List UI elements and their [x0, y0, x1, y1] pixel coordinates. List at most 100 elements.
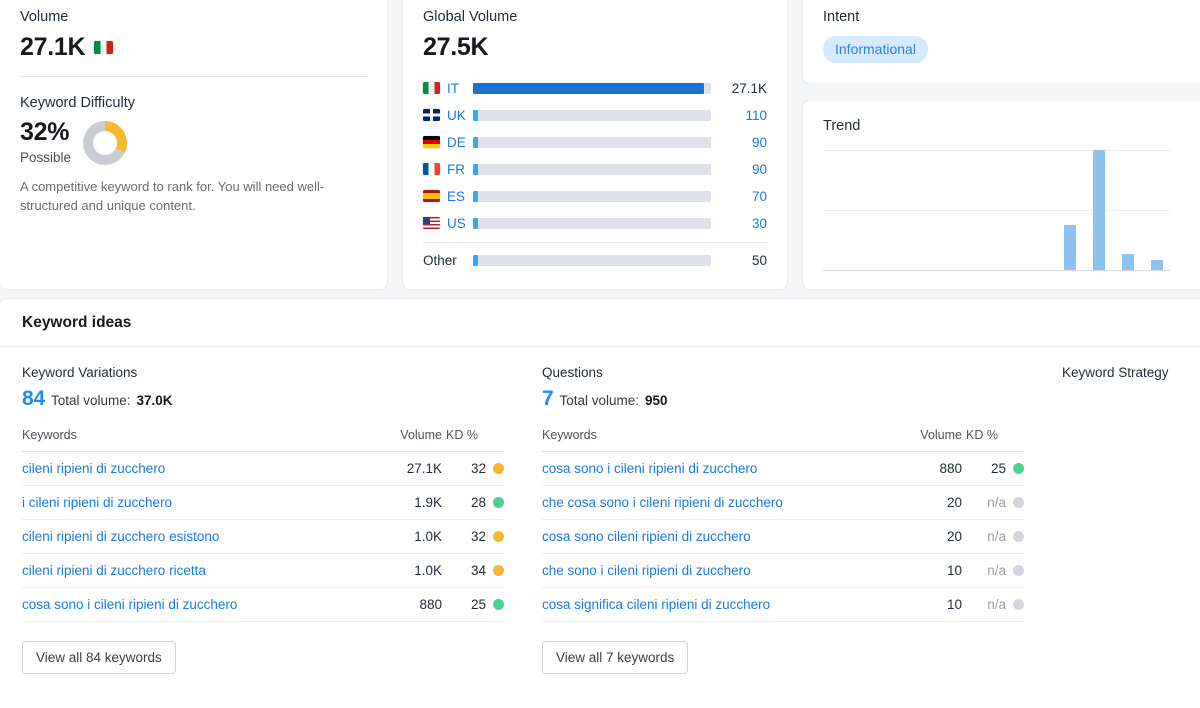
table-row[interactable]: cosa sono cileni ripieni di zucchero 20 n/… — [542, 519, 1024, 554]
country-volume-value[interactable]: 70 — [721, 189, 767, 204]
kd-value: 32 — [470, 529, 486, 544]
trend-bar-chart — [823, 149, 1171, 271]
keyword-cell[interactable]: che sono i cileni ripieni di zucchero — [542, 553, 888, 588]
view-all-variations-button[interactable]: View all 84 keywords — [22, 641, 176, 674]
keyword-cell[interactable]: i cileni ripieni di zucchero — [22, 485, 368, 520]
country-code: UK — [447, 107, 466, 123]
column-header-volume[interactable]: Volume — [368, 428, 442, 452]
kd-status-dot-icon — [493, 565, 504, 576]
kd-value: n/a — [987, 563, 1006, 578]
global-volume-label: Global Volume — [423, 9, 518, 25]
kd-value: n/a — [987, 495, 1006, 510]
global-volume-row[interactable]: US 30 — [423, 210, 767, 237]
country-volume-value[interactable]: 30 — [721, 216, 767, 231]
keyword-cell[interactable]: cileni ripieni di zucchero — [22, 451, 368, 486]
kd-cell: 32 — [442, 519, 504, 554]
view-all-questions-button[interactable]: View all 7 keywords — [542, 641, 689, 674]
keyword-link[interactable]: cosa significa cileni ripieni di zuccher… — [542, 597, 770, 612]
global-volume-card: Global Volume 27.5K IT 27.1K UK 110 DE 90 FR 90… — [402, 0, 788, 290]
intent-badge[interactable]: Informational — [823, 35, 928, 63]
volume-cell: 10 — [888, 553, 962, 588]
volume-cell: 880 — [888, 451, 962, 486]
table-row[interactable]: cileni ripieni di zucchero 27.1K 32 — [22, 451, 504, 486]
keyword-overview-page: Volume 27.1K Keyword Difficulty 32% Poss… — [0, 0, 1200, 708]
volume-bar-track — [473, 136, 711, 148]
table-row[interactable]: i cileni ripieni di zucchero 1.9K 28 — [22, 485, 504, 520]
keyword-link[interactable]: cosa sono i cileni ripieni di zucchero — [542, 461, 757, 476]
keyword-link[interactable]: cileni ripieni di zucchero ricetta — [22, 563, 206, 578]
global-volume-row[interactable]: FR 90 — [423, 156, 767, 183]
keyword-link[interactable]: cileni ripieni di zucchero esistono — [22, 529, 219, 544]
volume-bar-fill — [473, 217, 478, 229]
keyword-link[interactable]: che sono i cileni ripieni di zucchero — [542, 563, 751, 578]
keyword-variations-total-label: Total volume: — [50, 393, 131, 408]
keyword-difficulty-description: A competitive keyword to rank for. You w… — [20, 179, 325, 214]
global-volume-country-list: IT 27.1K UK 110 DE 90 FR 90 ES 70 US 30 Other 50 — [423, 75, 767, 274]
keyword-cell[interactable]: cileni ripieni di zucchero esistono — [22, 519, 368, 554]
keyword-cell[interactable]: cileni ripieni di zucchero ricetta — [22, 553, 368, 588]
keyword-cell[interactable]: cosa sono cileni ripieni di zucchero — [542, 519, 888, 554]
questions-count[interactable]: 7 — [542, 387, 554, 411]
table-row[interactable]: che sono i cileni ripieni di zucchero 10 n… — [542, 553, 1024, 588]
global-volume-row[interactable]: DE 90 — [423, 129, 767, 156]
chart-gridline — [823, 149, 1171, 151]
table-row[interactable]: cosa significa cileni ripieni di zuccher… — [542, 587, 1024, 622]
volume-value: 27.1K — [20, 32, 86, 61]
column-header-kd[interactable]: KD % — [442, 428, 504, 452]
table-header-row: Keywords Volume KD % — [542, 428, 1024, 452]
keyword-link[interactable]: cosa sono i cileni ripieni di zucchero — [22, 597, 237, 612]
keyword-cell[interactable]: cosa significa cileni ripieni di zuccher… — [542, 587, 888, 622]
volume-bar-track — [473, 163, 711, 175]
keyword-cell[interactable]: cosa sono i cileni ripieni di zucchero — [542, 451, 888, 486]
keyword-variations-table: Keywords Volume KD % cileni ripieni di z… — [22, 428, 504, 622]
kd-status-dot-icon — [1013, 463, 1024, 474]
questions-stats: 7 Total volume: 950 — [542, 387, 1024, 411]
volume-bar-track — [473, 109, 711, 121]
global-volume-row[interactable]: ES 70 — [423, 183, 767, 210]
keyword-difficulty-value: 32% — [20, 117, 70, 146]
keyword-link[interactable]: cosa sono cileni ripieni di zucchero — [542, 529, 751, 544]
volume-bar-track — [473, 254, 711, 266]
keyword-strategy-column: Keyword Strategy — [1062, 365, 1200, 674]
keyword-cell[interactable]: che cosa sono i cileni ripieni di zucche… — [542, 485, 888, 520]
volume-cell: 20 — [888, 485, 962, 520]
kd-status-dot-icon — [493, 463, 504, 474]
questions-title: Questions — [542, 365, 603, 380]
country-code: ES — [447, 188, 466, 204]
keyword-cell[interactable]: cosa sono i cileni ripieni di zucchero — [22, 587, 368, 622]
country-volume-value[interactable]: 110 — [721, 108, 767, 123]
keyword-difficulty-status: Possible — [20, 150, 72, 166]
volume-bar-fill — [473, 163, 478, 175]
global-volume-row[interactable]: IT 27.1K — [423, 75, 767, 102]
column-header-volume[interactable]: Volume — [888, 428, 962, 452]
keyword-strategy-title: Keyword Strategy — [1062, 365, 1169, 380]
country-volume-value[interactable]: 90 — [721, 135, 767, 150]
keyword-link[interactable]: che cosa sono i cileni ripieni di zucche… — [542, 495, 783, 510]
kd-cell: n/a — [962, 519, 1024, 554]
table-row[interactable]: cosa sono i cileni ripieni di zucchero 88… — [542, 451, 1024, 486]
de-flag-icon — [423, 136, 440, 149]
keyword-variations-column: Keyword Variations 84 Total volume: 37.0… — [22, 365, 504, 674]
trend-bar — [1063, 225, 1076, 270]
chart-axis-line — [823, 269, 1171, 271]
us-flag-icon — [423, 217, 440, 230]
table-row[interactable]: cileni ripieni di zucchero ricetta 1.0K 34 — [22, 553, 504, 588]
column-header-kd[interactable]: KD % — [962, 428, 1024, 452]
keyword-link[interactable]: i cileni ripieni di zucchero — [22, 495, 172, 510]
volume-card: Volume 27.1K Keyword Difficulty 32% Poss… — [0, 0, 388, 290]
questions-table: Keywords Volume KD % cosa sono i cileni … — [542, 428, 1024, 622]
keyword-variations-count[interactable]: 84 — [22, 387, 45, 411]
table-row[interactable]: cileni ripieni di zucchero esistono 1.0K 3… — [22, 519, 504, 554]
column-header-keywords[interactable]: Keywords — [542, 428, 888, 452]
table-row[interactable]: che cosa sono i cileni ripieni di zucche… — [542, 485, 1024, 520]
volume-cell: 10 — [888, 587, 962, 622]
global-volume-value: 27.5K — [423, 32, 489, 61]
table-row[interactable]: cosa sono i cileni ripieni di zucchero 88… — [22, 587, 504, 622]
keyword-link[interactable]: cileni ripieni di zucchero — [22, 461, 165, 476]
keyword-difficulty-label: Keyword Difficulty — [20, 94, 135, 111]
global-volume-row[interactable]: UK 110 — [423, 102, 767, 129]
country-volume-value[interactable]: 90 — [721, 162, 767, 177]
keyword-difficulty-row: 32% Possible — [20, 117, 367, 166]
country-code: DE — [447, 134, 466, 150]
column-header-keywords[interactable]: Keywords — [22, 428, 368, 452]
